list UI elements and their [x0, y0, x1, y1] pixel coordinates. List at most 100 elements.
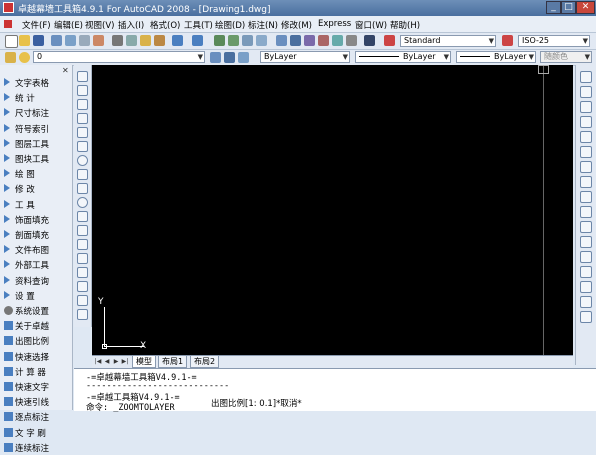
sidebar-item[interactable]: 资料查询	[0, 273, 72, 288]
scale-icon[interactable]	[580, 176, 592, 188]
prev-tab-icon[interactable]: ◀	[103, 357, 111, 366]
break-icon[interactable]	[580, 251, 592, 263]
pan-icon[interactable]	[214, 35, 225, 46]
mirror-icon[interactable]	[580, 101, 592, 113]
make-current-icon[interactable]	[210, 52, 221, 63]
rectangle-icon[interactable]	[77, 127, 88, 138]
publish-icon[interactable]	[79, 35, 90, 46]
cut-icon[interactable]	[112, 35, 123, 46]
sidebar-item[interactable]: 尺寸标注	[0, 105, 72, 120]
stretch-icon[interactable]	[580, 191, 592, 203]
region-icon[interactable]	[77, 295, 88, 306]
sidebar-item[interactable]: 符号索引	[0, 121, 72, 136]
menu-tools[interactable]: 工具(T)	[184, 19, 213, 31]
rotate-icon[interactable]	[580, 161, 592, 173]
match-properties-icon[interactable]	[154, 35, 165, 46]
dim-style-icon[interactable]	[502, 35, 513, 46]
linetype-select[interactable]: ByLayer ▼	[355, 51, 451, 63]
app-icon[interactable]	[3, 2, 14, 13]
offset-icon[interactable]	[580, 116, 592, 128]
redo-icon[interactable]	[192, 35, 203, 46]
sidebar-item[interactable]: 文件布图	[0, 242, 72, 257]
construction-line-icon[interactable]	[77, 85, 88, 96]
lineweight-select[interactable]: ByLayer ▼	[456, 51, 536, 63]
menu-draw[interactable]: 绘图(D)	[215, 19, 245, 31]
tool-palettes-icon[interactable]	[304, 35, 315, 46]
trim-icon[interactable]	[580, 206, 592, 218]
zoom-realtime-icon[interactable]	[228, 35, 239, 46]
explode-icon[interactable]	[580, 311, 592, 323]
command-window[interactable]: -=卓越幕墙工具箱V4.9.1-= ----------------------…	[74, 368, 596, 413]
drawing-canvas[interactable]: Y X	[92, 65, 573, 355]
layer-states-icon[interactable]	[238, 52, 249, 63]
sidebar-item[interactable]: 饰面填充	[0, 212, 72, 227]
gradient-icon[interactable]	[77, 281, 88, 292]
sidebar-item[interactable]: 关于卓越	[0, 318, 72, 333]
fillet-icon[interactable]	[580, 296, 592, 308]
sidebar-item[interactable]: 统 计	[0, 90, 72, 105]
open-icon[interactable]	[19, 35, 30, 46]
maximize-button[interactable]: □	[561, 1, 576, 14]
menu-modify[interactable]: 修改(M)	[281, 19, 312, 31]
plot-style-select[interactable]: 随颜色 ▼	[540, 51, 592, 63]
sidebar-item[interactable]: 文 字 刷	[0, 425, 72, 440]
tab-layout2[interactable]: 布局2	[190, 356, 220, 368]
arc-icon[interactable]	[77, 141, 88, 152]
spline-icon[interactable]	[77, 183, 88, 194]
close-button[interactable]: ✕	[576, 1, 595, 14]
polyline-icon[interactable]	[77, 99, 88, 110]
text-style-icon[interactable]	[384, 35, 395, 46]
save-icon[interactable]	[33, 35, 44, 46]
sidebar-item[interactable]: 计 算 器	[0, 364, 72, 379]
plot-icon[interactable]	[93, 35, 104, 46]
dim-style-select[interactable]: ISO-25 ▼	[518, 35, 590, 47]
layer-select[interactable]: 0 ▼	[33, 51, 205, 63]
layer-on-icon[interactable]	[19, 52, 30, 63]
menu-edit[interactable]: 编辑(E)	[54, 19, 83, 31]
insert-block-icon[interactable]	[77, 225, 88, 236]
sidebar-item[interactable]: 外部工具	[0, 257, 72, 272]
erase-icon[interactable]	[580, 71, 592, 83]
design-center-icon[interactable]	[290, 35, 301, 46]
menu-dimension[interactable]: 标注(N)	[248, 19, 278, 31]
markup-icon[interactable]	[332, 35, 343, 46]
preview-icon[interactable]	[65, 35, 76, 46]
sidebar-item[interactable]: 图块工具	[0, 151, 72, 166]
sidebar-item[interactable]: 剖面填充	[0, 227, 72, 242]
layer-manager-icon[interactable]	[5, 52, 16, 63]
revision-cloud-icon[interactable]	[77, 169, 88, 180]
circle-icon[interactable]	[77, 155, 88, 166]
zoom-window-icon[interactable]	[242, 35, 253, 46]
sidebar-item[interactable]: 快速选择	[0, 349, 72, 364]
text-style-select[interactable]: Standard ▼	[400, 35, 496, 47]
copy-object-icon[interactable]	[580, 86, 592, 98]
tab-layout1[interactable]: 布局1	[158, 356, 188, 368]
hatch-icon[interactable]	[77, 267, 88, 278]
menu-format[interactable]: 格式(O)	[150, 19, 180, 31]
extend-icon[interactable]	[580, 221, 592, 233]
join-icon[interactable]	[580, 266, 592, 278]
paste-icon[interactable]	[140, 35, 151, 46]
sidebar-item[interactable]: 连续标注	[0, 440, 72, 455]
ellipse-arc-icon[interactable]	[77, 211, 88, 222]
menu-view[interactable]: 视图(V)	[85, 19, 114, 31]
menu-help[interactable]: 帮助(H)	[390, 19, 420, 31]
copy-icon[interactable]	[126, 35, 137, 46]
table-icon[interactable]	[77, 309, 88, 320]
next-tab-icon[interactable]: ▶	[112, 357, 120, 366]
zoom-previous-icon[interactable]	[256, 35, 267, 46]
make-block-icon[interactable]	[77, 239, 88, 250]
tab-model[interactable]: 模型	[132, 356, 156, 368]
sidebar-item[interactable]: 绘 图	[0, 166, 72, 181]
ellipse-icon[interactable]	[77, 197, 88, 208]
first-tab-icon[interactable]: |◀	[94, 357, 102, 366]
line-icon[interactable]	[77, 71, 88, 82]
menu-express[interactable]: Express	[318, 19, 351, 29]
break-at-point-icon[interactable]	[580, 236, 592, 248]
array-icon[interactable]	[580, 131, 592, 143]
layer-previous-icon[interactable]	[224, 52, 235, 63]
sidebar-item[interactable]: 设 置	[0, 288, 72, 303]
sidebar-item[interactable]: 逐点标注	[0, 409, 72, 424]
help-icon[interactable]	[364, 35, 375, 46]
chamfer-icon[interactable]	[580, 281, 592, 293]
